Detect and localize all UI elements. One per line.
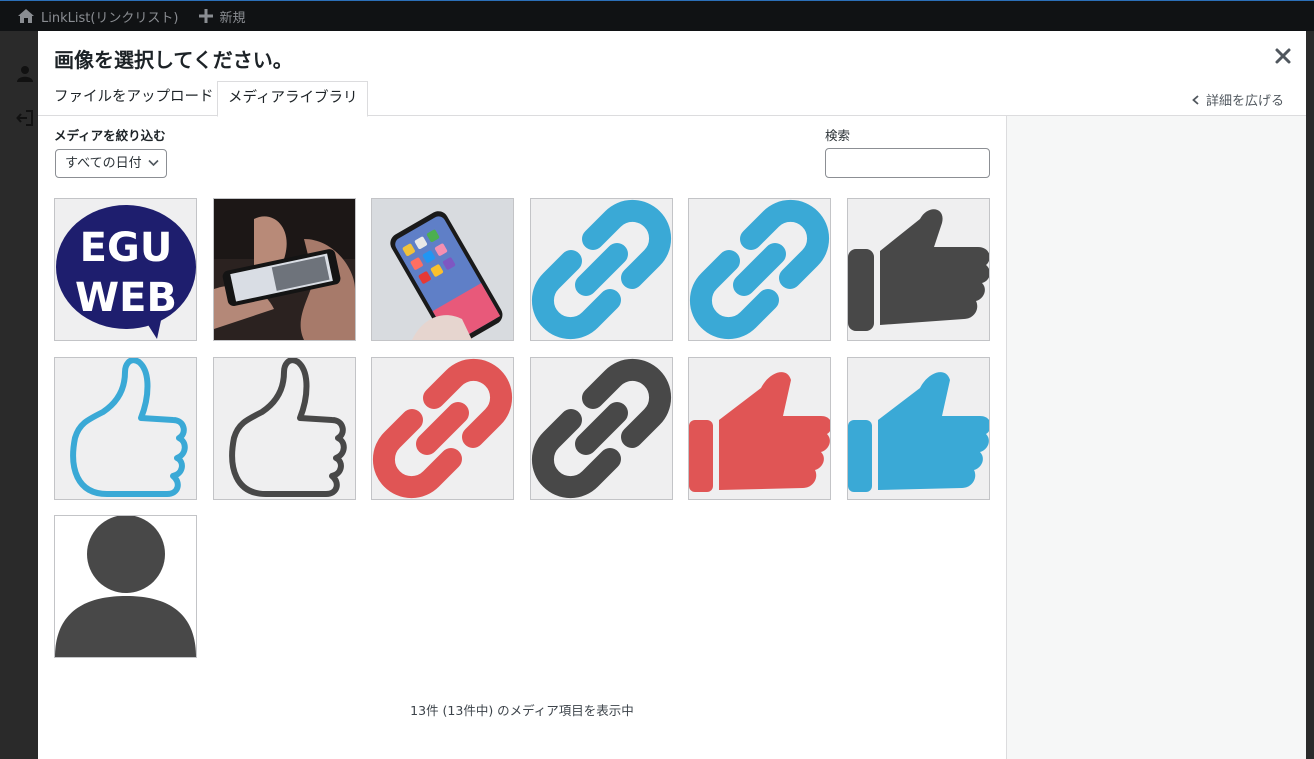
admin-bar: LinkList(リンクリスト) 新規 [0, 0, 1314, 31]
media-item-link-icon-blue-1[interactable] [530, 198, 673, 341]
media-item-hands-phone-photo[interactable] [213, 198, 356, 341]
link-icon [531, 358, 672, 499]
expand-details-button[interactable]: 詳細を広げる [1191, 90, 1284, 109]
media-item-link-icon-red[interactable] [371, 357, 514, 500]
site-title[interactable]: LinkList(リンクリスト) [41, 7, 179, 26]
chevron-down-icon [148, 159, 159, 167]
date-filter-select[interactable]: すべての日付 [55, 149, 167, 178]
link-icon [531, 199, 672, 340]
media-item-link-icon-blue-2[interactable] [688, 198, 831, 341]
modal-title: 画像を選択してください。 [54, 48, 293, 72]
egu-web-logo-text: EGU [80, 225, 173, 271]
user-avatar-icon [55, 516, 196, 657]
thumbs-up-icon [689, 358, 830, 499]
tab-media-library[interactable]: メディアライブラリ [217, 81, 369, 117]
svg-text:WEB: WEB [75, 275, 177, 321]
new-label[interactable]: 新規 [220, 7, 246, 26]
thumbs-up-icon [848, 199, 989, 340]
hands-phone-photo [214, 199, 355, 340]
media-item-user-avatar-icon[interactable] [54, 515, 197, 658]
search-input[interactable] [825, 148, 990, 178]
media-item-iphone-photo[interactable] [371, 198, 514, 341]
tab-upload-files[interactable]: ファイルをアップロード [44, 81, 224, 116]
egu-web-logo: EGU WEB [55, 199, 196, 340]
filter-label: メディアを絞り込む [54, 128, 166, 143]
chevron-left-icon [1192, 94, 1199, 105]
media-item-egu-web-logo[interactable]: EGU WEB [54, 198, 197, 341]
admin-side-menu [0, 31, 38, 759]
iphone-photo [372, 199, 513, 340]
site-menu[interactable]: LinkList(リンクリスト) [0, 1, 179, 32]
link-icon [372, 358, 513, 499]
media-item-thumbs-up-outline-dark[interactable] [213, 357, 356, 500]
thumbs-up-outline-icon [55, 358, 196, 499]
backdrop-right [1306, 31, 1314, 759]
media-count-status: 13件 (13件中) のメディア項目を表示中 [410, 703, 634, 718]
link-icon [689, 199, 830, 340]
media-item-thumbs-up-outline-blue[interactable] [54, 357, 197, 500]
plus-icon [198, 9, 213, 23]
attachment-details-sidebar [1006, 116, 1306, 759]
date-filter-value: すべての日付 [65, 156, 142, 171]
search-label: 検索 [825, 128, 851, 143]
thumbs-up-outline-icon [214, 358, 355, 499]
close-icon[interactable] [1274, 47, 1292, 65]
media-item-thumbs-up-blue[interactable] [847, 357, 990, 500]
home-icon [18, 9, 34, 23]
router-tabs: ファイルをアップロード メディアライブラリ 詳細を広げる [38, 79, 1306, 117]
media-item-thumbs-up-red[interactable] [688, 357, 831, 500]
user-icon [17, 66, 33, 82]
expand-details-label: 詳細を広げる [1205, 94, 1284, 109]
thumbs-up-icon [848, 358, 989, 499]
new-menu[interactable]: 新規 [179, 1, 246, 32]
media-modal: 画像を選択してください。 ファイルをアップロード メディアライブラリ 詳細を広げ… [38, 31, 1306, 759]
logout-icon [16, 110, 33, 126]
media-item-thumbs-up-dark[interactable] [847, 198, 990, 341]
media-item-link-icon-dark[interactable] [530, 357, 673, 500]
